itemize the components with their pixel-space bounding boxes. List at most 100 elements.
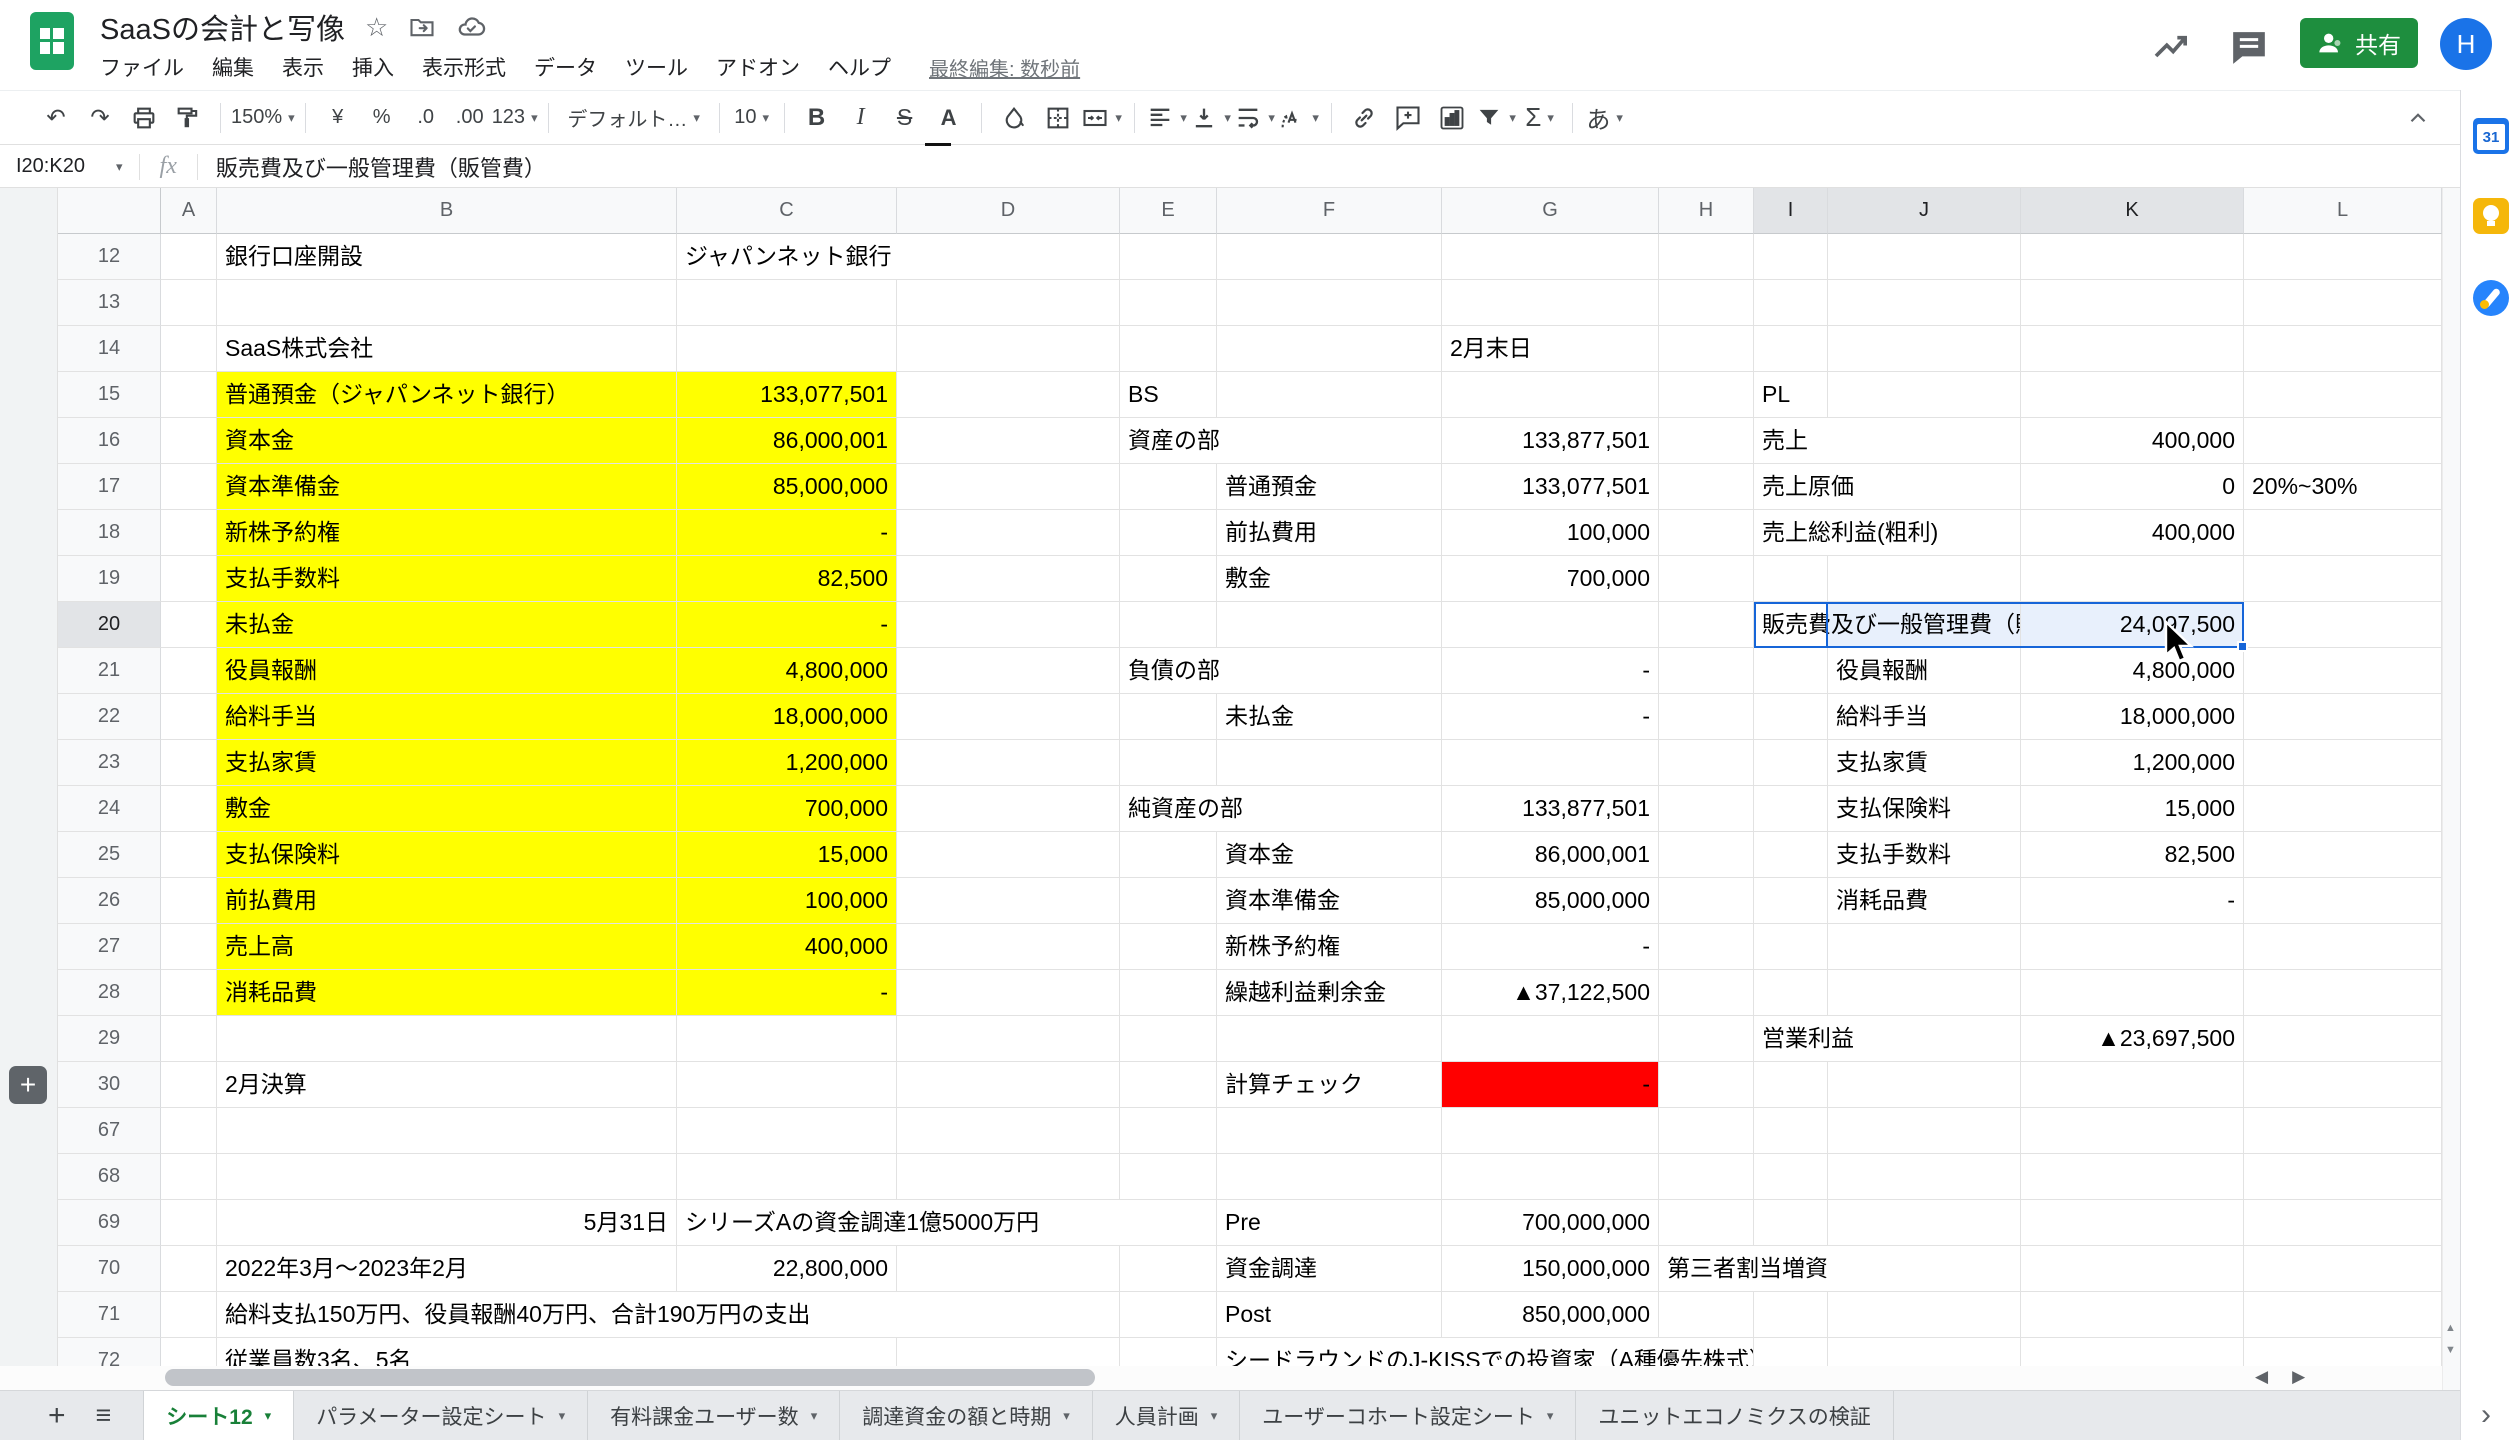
cell-J24[interactable]: 支払保険料: [1828, 786, 2021, 832]
cell-G29[interactable]: [1442, 1016, 1659, 1062]
cell-H27[interactable]: [1659, 924, 1754, 970]
cell-L15[interactable]: [2244, 372, 2442, 418]
cell-H23[interactable]: [1659, 740, 1754, 786]
row-header-67[interactable]: 67: [58, 1108, 161, 1154]
merge-cells-button[interactable]: ▾: [1080, 96, 1124, 140]
cell-L27[interactable]: [2244, 924, 2442, 970]
cell-K13[interactable]: [2021, 280, 2244, 326]
cell-E19[interactable]: [1120, 556, 1217, 602]
cell-B13[interactable]: [217, 280, 677, 326]
cell-D15[interactable]: [897, 372, 1120, 418]
cell-F25[interactable]: 資本金: [1217, 832, 1442, 878]
name-box[interactable]: I20:K20: [16, 155, 116, 178]
cell-H28[interactable]: [1659, 970, 1754, 1016]
select-all-corner[interactable]: [58, 188, 161, 234]
text-rotation-button[interactable]: ▾: [1277, 96, 1321, 140]
cell-F70[interactable]: 資金調達: [1217, 1246, 1442, 1292]
cell-B22[interactable]: 給料手当: [217, 694, 677, 740]
cell-G28[interactable]: ▲37,122,500: [1442, 970, 1659, 1016]
cell-K28[interactable]: [2021, 970, 2244, 1016]
row-header-71[interactable]: 71: [58, 1292, 161, 1338]
cell-I22[interactable]: [1754, 694, 1828, 740]
cell-I23[interactable]: [1754, 740, 1828, 786]
cell-D13[interactable]: [897, 280, 1120, 326]
cell-E25[interactable]: [1120, 832, 1217, 878]
row-header-25[interactable]: 25: [58, 832, 161, 878]
cell-K17[interactable]: 0: [2021, 464, 2244, 510]
cell-A68[interactable]: [161, 1154, 217, 1200]
cell-I71[interactable]: [1754, 1292, 1828, 1338]
cell-C70[interactable]: 22,800,000: [677, 1246, 897, 1292]
cell-G27[interactable]: -: [1442, 924, 1659, 970]
cell-L23[interactable]: [2244, 740, 2442, 786]
cell-A71[interactable]: [161, 1292, 217, 1338]
zoom-select[interactable]: 150%▾: [231, 96, 295, 140]
cell-L21[interactable]: [2244, 648, 2442, 694]
cell-F71[interactable]: Post: [1217, 1292, 1442, 1338]
cell-J27[interactable]: [1828, 924, 2021, 970]
bold-button[interactable]: B: [795, 96, 839, 140]
menu-item-insert[interactable]: 挿入: [338, 49, 408, 85]
cell-H15[interactable]: [1659, 372, 1754, 418]
cell-L25[interactable]: [2244, 832, 2442, 878]
cell-G70[interactable]: 150,000,000: [1442, 1246, 1659, 1292]
cell-B68[interactable]: [217, 1154, 677, 1200]
cell-F26[interactable]: 資本準備金: [1217, 878, 1442, 924]
cell-B67[interactable]: [217, 1108, 677, 1154]
cell-L72[interactable]: [2244, 1338, 2442, 1366]
cell-G30[interactable]: -: [1442, 1062, 1659, 1108]
cell-B23[interactable]: 支払家賃: [217, 740, 677, 786]
borders-button[interactable]: [1036, 96, 1080, 140]
cell-I20[interactable]: 販売費及び一般管理費（販管費）: [1754, 602, 2021, 648]
column-header-C[interactable]: C: [677, 188, 897, 234]
cell-K68[interactable]: [2021, 1154, 2244, 1200]
cell-K67[interactable]: [2021, 1108, 2244, 1154]
cell-D72[interactable]: [897, 1338, 1120, 1366]
cell-F27[interactable]: 新株予約権: [1217, 924, 1442, 970]
cell-E18[interactable]: [1120, 510, 1217, 556]
cell-K22[interactable]: 18,000,000: [2021, 694, 2244, 740]
cell-L20[interactable]: [2244, 602, 2442, 648]
cell-G13[interactable]: [1442, 280, 1659, 326]
cell-H71[interactable]: [1659, 1292, 1754, 1338]
cell-I30[interactable]: [1754, 1062, 1828, 1108]
cell-A20[interactable]: [161, 602, 217, 648]
undo-button[interactable]: ↶: [34, 96, 78, 140]
cell-G67[interactable]: [1442, 1108, 1659, 1154]
column-header-F[interactable]: F: [1217, 188, 1442, 234]
cell-B20[interactable]: 未払金: [217, 602, 677, 648]
cell-L18[interactable]: [2244, 510, 2442, 556]
cell-D70[interactable]: [897, 1246, 1120, 1292]
cell-E14[interactable]: [1120, 326, 1217, 372]
cell-L71[interactable]: [2244, 1292, 2442, 1338]
cell-B70[interactable]: 2022年3月～2023年2月: [217, 1246, 677, 1292]
cell-J21[interactable]: 役員報酬: [1828, 648, 2021, 694]
filter-button[interactable]: ▾: [1474, 96, 1518, 140]
row-header-23[interactable]: 23: [58, 740, 161, 786]
cell-D29[interactable]: [897, 1016, 1120, 1062]
column-header-E[interactable]: E: [1120, 188, 1217, 234]
sheet-tab-menu-icon[interactable]: ▾: [811, 1408, 818, 1424]
cell-G23[interactable]: [1442, 740, 1659, 786]
cell-C27[interactable]: 400,000: [677, 924, 897, 970]
cell-B29[interactable]: [217, 1016, 677, 1062]
cell-B69[interactable]: 5月31日: [217, 1200, 677, 1246]
cell-A15[interactable]: [161, 372, 217, 418]
cell-H24[interactable]: [1659, 786, 1754, 832]
cell-E12[interactable]: [1120, 234, 1217, 280]
cell-I21[interactable]: [1754, 648, 1828, 694]
cell-F13[interactable]: [1217, 280, 1442, 326]
column-header-B[interactable]: B: [217, 188, 677, 234]
sheet-tab-6[interactable]: ユニットエコノミクスの検証: [1576, 1391, 1893, 1440]
menu-item-format[interactable]: 表示形式: [408, 49, 520, 85]
sheet-tab-menu-icon[interactable]: ▾: [1211, 1408, 1218, 1424]
cell-F30[interactable]: 計算チェック: [1217, 1062, 1442, 1108]
cell-H68[interactable]: [1659, 1154, 1754, 1200]
cell-J28[interactable]: [1828, 970, 2021, 1016]
cell-H26[interactable]: [1659, 878, 1754, 924]
cell-B27[interactable]: 売上高: [217, 924, 677, 970]
cell-B12[interactable]: 銀行口座開設: [217, 234, 677, 280]
cell-B19[interactable]: 支払手数料: [217, 556, 677, 602]
text-color-button[interactable]: A: [927, 96, 971, 140]
cell-E71[interactable]: [1120, 1292, 1217, 1338]
